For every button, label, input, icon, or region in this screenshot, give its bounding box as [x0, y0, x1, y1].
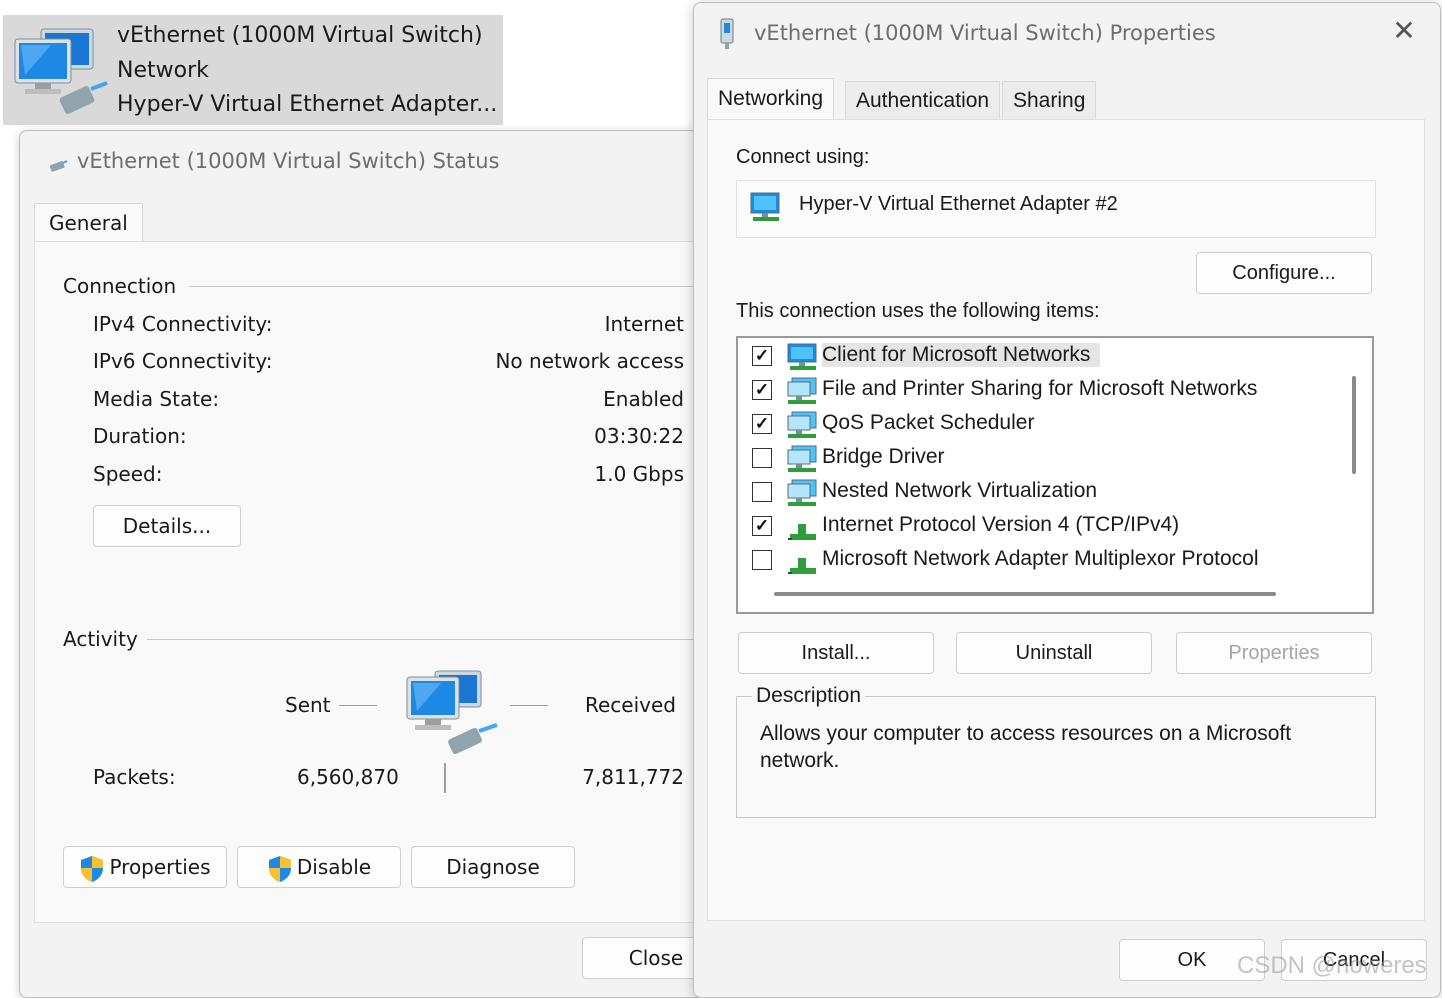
item-checkbox[interactable] [752, 482, 772, 502]
sent-label: Sent [285, 693, 331, 717]
status-dialog-title: vEthernet (1000M Virtual Switch) Status [77, 149, 500, 173]
ipv4-connectivity-value: Internet [604, 312, 684, 336]
vertical-scrollbar[interactable] [1352, 376, 1356, 474]
duration-value: 03:30:22 [594, 424, 684, 448]
connect-using-label: Connect using: [736, 146, 870, 168]
packets-received-value: 7,811,772 [582, 765, 684, 789]
packets-divider [444, 763, 446, 793]
item-checkbox[interactable] [752, 448, 772, 468]
network-service-icon [787, 411, 817, 438]
packets-label: Packets: [93, 765, 176, 789]
tab-sharing[interactable]: Sharing [1002, 81, 1097, 120]
received-label: Received [585, 693, 676, 717]
activity-computer-icon [406, 670, 498, 755]
protocol-icon [788, 524, 816, 540]
ipv4-connectivity-label: IPv4 Connectivity: [93, 312, 273, 336]
sent-line [339, 705, 377, 706]
connection-divider [189, 286, 775, 287]
list-item[interactable]: ✓ QoS Packet Scheduler [738, 408, 1338, 442]
speed-label: Speed: [93, 462, 163, 486]
media-state-label: Media State: [93, 387, 220, 411]
item-label: File and Printer Sharing for Microsoft N… [822, 377, 1258, 400]
adapter-field: Hyper-V Virtual Ethernet Adapter #2 [736, 180, 1376, 238]
diagnose-button[interactable]: Diagnose [411, 846, 575, 888]
list-item[interactable]: Microsoft Network Adapter Multiplexor Pr… [738, 544, 1338, 578]
ipv6-connectivity-value: No network access [495, 349, 684, 373]
packets-sent-value: 6,560,870 [297, 765, 399, 789]
status-dialog: vEthernet (1000M Virtual Switch) Status … [19, 130, 781, 998]
ipv6-connectivity-label: IPv6 Connectivity: [93, 349, 273, 373]
speed-value: 1.0 Gbps [594, 462, 684, 486]
tab-authentication[interactable]: Authentication [845, 81, 1001, 120]
item-label: Internet Protocol Version 4 (TCP/IPv4) [822, 513, 1180, 536]
tab-general[interactable]: General [34, 203, 143, 242]
item-checkbox[interactable]: ✓ [752, 380, 772, 400]
networking-panel: Connect using: Hyper-V Virtual Ethernet … [707, 119, 1425, 921]
activity-divider [147, 639, 775, 640]
media-state-value: Enabled [603, 387, 684, 411]
items-list-label: This connection uses the following items… [736, 300, 1100, 322]
list-item[interactable]: ✓ Internet Protocol Version 4 (TCP/IPv4) [738, 510, 1338, 544]
watermark: CSDN @noweres [1237, 952, 1427, 979]
adapter-tile-device: Hyper-V Virtual Ethernet Adapter... [117, 92, 498, 117]
network-service-icon [787, 377, 817, 404]
connection-items-list[interactable]: ✓ Client for Microsoft Networks ✓ File a… [736, 336, 1374, 614]
list-item[interactable]: ✓ Client for Microsoft Networks [738, 340, 1338, 374]
network-service-icon [787, 445, 817, 472]
network-adapter-icon [720, 18, 734, 49]
horizontal-scrollbar[interactable] [774, 592, 1276, 596]
uninstall-button[interactable]: Uninstall [956, 632, 1152, 674]
duration-label: Duration: [93, 424, 187, 448]
network-connection-icon [14, 28, 108, 114]
properties-dialog: vEthernet (1000M Virtual Switch) Propert… [693, 2, 1441, 998]
uac-shield-icon [268, 855, 291, 882]
item-label: Nested Network Virtualization [822, 479, 1098, 502]
description-text: Allows your computer to access resources… [760, 722, 1292, 772]
item-checkbox[interactable]: ✓ [752, 414, 772, 434]
connection-group-heading: Connection [63, 274, 177, 298]
network-service-icon [787, 479, 817, 506]
adapter-tile-type: Network [117, 58, 209, 83]
details-button[interactable]: Details... [93, 505, 241, 547]
status-properties-label: Properties [109, 855, 211, 879]
item-label: QoS Packet Scheduler [822, 411, 1035, 434]
list-item[interactable]: Bridge Driver [738, 442, 1338, 476]
uac-shield-icon [81, 855, 104, 882]
protocol-icon [788, 558, 816, 574]
list-item[interactable]: ✓ File and Printer Sharing for Microsoft… [738, 374, 1338, 408]
network-adapter-icon [750, 192, 780, 221]
status-general-panel: Connection IPv4 Connectivity: Internet I… [34, 241, 776, 923]
status-properties-button[interactable]: Properties [63, 846, 227, 888]
close-icon[interactable]: ✕ [1390, 17, 1418, 45]
disable-button[interactable]: Disable [237, 846, 401, 888]
network-client-icon [787, 343, 817, 370]
item-checkbox[interactable]: ✓ [752, 346, 772, 366]
tab-networking[interactable]: Networking [707, 78, 835, 119]
item-checkbox[interactable]: ✓ [752, 516, 772, 536]
item-checkbox[interactable] [752, 550, 772, 570]
received-line [510, 705, 548, 706]
adapter-tile-name: vEthernet (1000M Virtual Switch) [117, 23, 483, 48]
description-heading: Description [752, 684, 866, 708]
network-adapter-tile[interactable]: vEthernet (1000M Virtual Switch) Network… [3, 15, 503, 125]
network-cable-icon [49, 160, 68, 172]
activity-group-heading: Activity [63, 627, 138, 651]
list-item[interactable]: Nested Network Virtualization [738, 476, 1338, 510]
disable-label: Disable [296, 855, 372, 879]
item-properties-button[interactable]: Properties [1176, 632, 1372, 674]
install-button[interactable]: Install... [738, 632, 934, 674]
adapter-name: Hyper-V Virtual Ethernet Adapter #2 [799, 193, 1118, 215]
item-label: Bridge Driver [822, 445, 945, 468]
item-label: Client for Microsoft Networks [822, 343, 1101, 367]
properties-dialog-title: vEthernet (1000M Virtual Switch) Propert… [754, 21, 1216, 45]
item-label: Microsoft Network Adapter Multiplexor Pr… [822, 547, 1259, 570]
configure-button[interactable]: Configure... [1196, 252, 1372, 294]
